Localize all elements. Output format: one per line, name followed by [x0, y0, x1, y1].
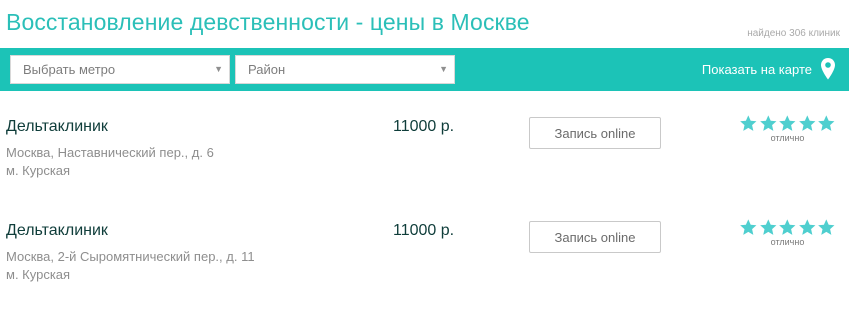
rating-stars: [739, 114, 836, 133]
clinic-metro: м. Курская: [6, 267, 71, 282]
star-icon: [798, 219, 816, 235]
rating-stars: [739, 218, 836, 237]
clinic-rating: отлично: [739, 218, 836, 247]
clinic-metro: м. Курская: [6, 163, 71, 178]
dropdown-arrow-icon: ▼: [214, 64, 223, 74]
results-count: найдено 306 клиник: [747, 28, 840, 39]
clinic-row: Дельтаклиник Москва, Наставнический пер.…: [0, 115, 849, 208]
star-icon: [779, 219, 796, 235]
metro-select-value: Выбрать метро: [23, 62, 116, 77]
district-select[interactable]: Район ▼: [235, 55, 455, 84]
rating-label: отлично: [770, 237, 805, 247]
clinic-name[interactable]: Дельтаклиник: [6, 222, 108, 240]
clinic-price: 11000 р.: [393, 118, 455, 135]
star-icon: [779, 115, 796, 131]
show-on-map-link[interactable]: Показать на карте: [702, 57, 836, 81]
star-icon: [740, 219, 757, 235]
rating-label: отлично: [770, 133, 805, 143]
dropdown-arrow-icon: ▼: [439, 64, 448, 74]
book-online-button[interactable]: Запись online: [529, 221, 661, 253]
star-icon: [759, 219, 777, 235]
district-select-value: Район: [248, 62, 286, 77]
filter-bar: Выбрать метро ▼ Район ▼ Показать на карт…: [0, 48, 849, 91]
star-icon: [740, 115, 757, 131]
clinic-address: Москва, 2-й Сыромятнический пер., д. 11: [6, 249, 255, 264]
book-online-button[interactable]: Запись online: [529, 117, 661, 149]
star-icon: [818, 115, 835, 131]
clinic-price: 11000 р.: [393, 222, 455, 239]
star-icon: [759, 115, 777, 131]
clinic-rating: отлично: [739, 114, 836, 143]
clinic-name[interactable]: Дельтаклиник: [6, 118, 108, 136]
show-on-map-label: Показать на карте: [701, 61, 812, 77]
map-pin-icon: [821, 58, 835, 80]
page-title: Восстановление девственности - цены в Мо…: [6, 9, 530, 35]
star-icon: [818, 219, 835, 235]
clinic-row: Дельтаклиник Москва, 2-й Сыромятнический…: [0, 219, 849, 312]
clinic-address: Москва, Наставнический пер., д. 6: [6, 145, 214, 160]
metro-select[interactable]: Выбрать метро ▼: [10, 55, 230, 84]
star-icon: [798, 115, 816, 131]
